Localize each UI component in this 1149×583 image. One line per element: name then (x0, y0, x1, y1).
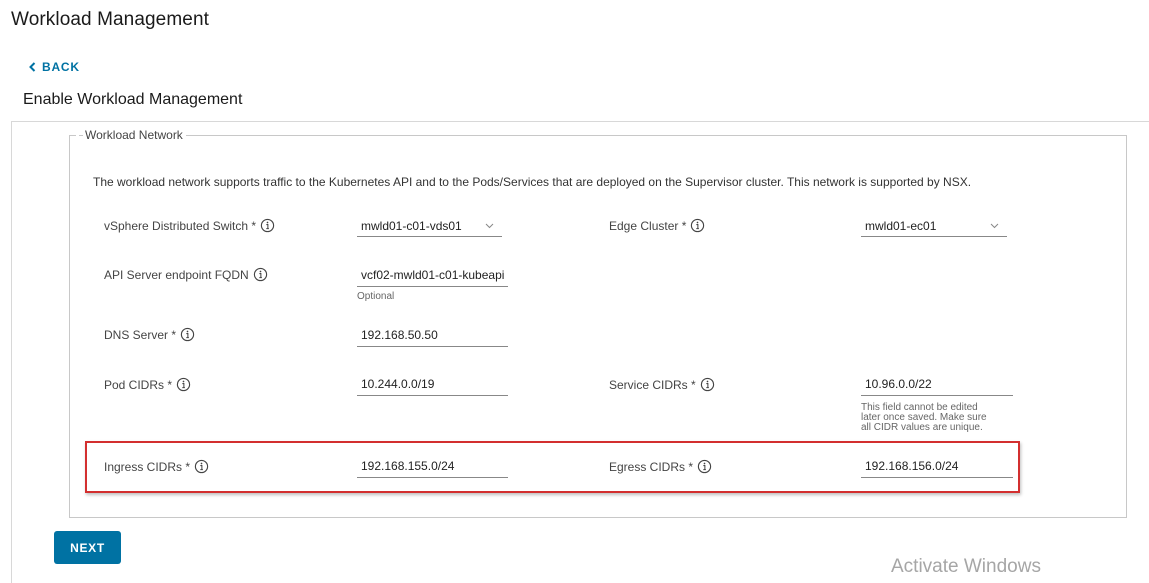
chevron-down-icon (485, 223, 494, 228)
service-cidrs-label: Service CIDRs * (609, 377, 715, 392)
section-description: The workload network supports traffic to… (93, 175, 972, 189)
info-icon[interactable] (253, 267, 268, 282)
vds-label: vSphere Distributed Switch * (104, 218, 275, 233)
back-link[interactable]: BACK (29, 60, 80, 74)
pod-cidrs-label: Pod CIDRs * (104, 377, 191, 392)
next-button[interactable]: NEXT (54, 531, 121, 564)
info-icon[interactable] (180, 327, 195, 342)
info-icon[interactable] (260, 218, 275, 233)
service-cidrs-input[interactable]: 10.96.0.0/22 (861, 374, 1013, 396)
page-title: Enable Workload Management (23, 91, 243, 108)
fieldset-legend: Workload Network (76, 128, 186, 142)
dns-label: DNS Server * (104, 327, 195, 342)
chevron-left-icon (29, 62, 36, 72)
info-icon[interactable] (697, 459, 712, 474)
vds-select[interactable]: mwld01-c01-vds01 (357, 215, 502, 237)
edge-cluster-select[interactable]: mwld01-ec01 (861, 215, 1007, 237)
chevron-down-icon (990, 223, 999, 228)
activation-watermark: Activate Windows (891, 556, 1041, 577)
info-icon[interactable] (194, 459, 209, 474)
edge-cluster-label: Edge Cluster * (609, 218, 705, 233)
egress-cidrs-input[interactable]: 192.168.156.0/24 (861, 456, 1013, 478)
info-icon[interactable] (690, 218, 705, 233)
api-fqdn-label: API Server endpoint FQDN (104, 267, 268, 282)
back-label: BACK (42, 60, 80, 74)
ingress-cidrs-label: Ingress CIDRs * (104, 459, 209, 474)
pod-cidrs-input[interactable]: 10.244.0.0/19 (357, 374, 508, 396)
app-title: Workload Management (11, 9, 209, 30)
service-cidrs-helper: This field cannot be edited later once s… (861, 402, 987, 433)
api-fqdn-helper: Optional (357, 291, 395, 302)
ingress-cidrs-input[interactable]: 192.168.155.0/24 (357, 456, 508, 478)
dns-server-input[interactable]: 192.168.50.50 (357, 325, 508, 347)
api-fqdn-input[interactable]: vcf02-mwld01-c01-kubeapi (357, 265, 508, 287)
info-icon[interactable] (700, 377, 715, 392)
info-icon[interactable] (176, 377, 191, 392)
egress-cidrs-label: Egress CIDRs * (609, 459, 712, 474)
